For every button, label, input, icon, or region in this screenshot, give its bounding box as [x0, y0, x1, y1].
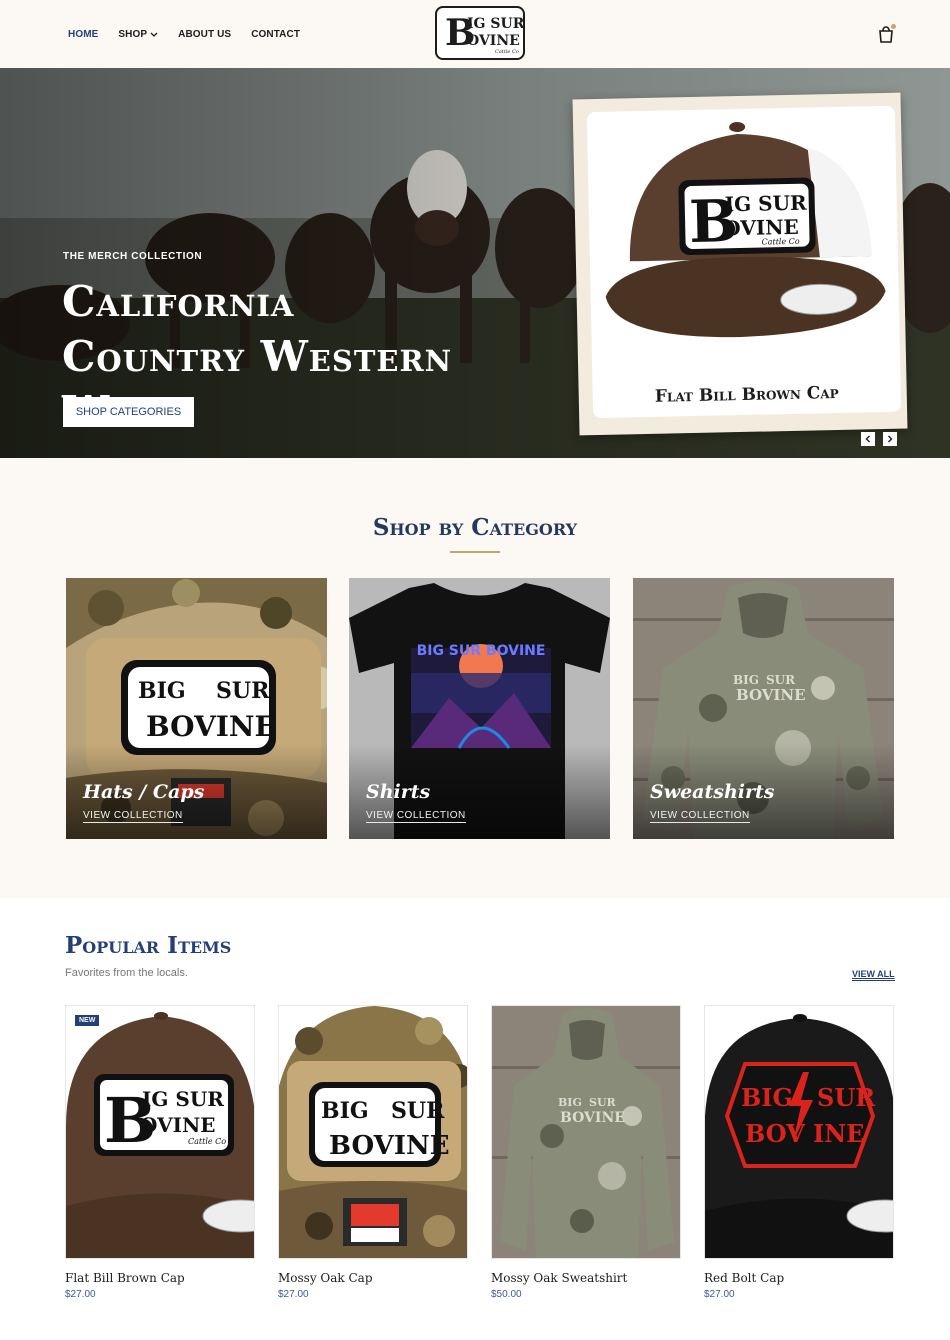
- svg-text:SUR: SUR: [216, 678, 270, 704]
- nav-about[interactable]: ABOUT US: [178, 29, 231, 40]
- view-collection-link[interactable]: VIEW COLLECTION: [650, 810, 750, 823]
- nav-home[interactable]: HOME: [68, 29, 98, 40]
- black-red-cap-image: BIG SUR BOV INE: [705, 1006, 893, 1258]
- svg-text:SUR: SUR: [589, 1096, 617, 1109]
- featured-product-card[interactable]: B IG SUR OVINE Cattle Co Flat Bill Brown…: [572, 92, 908, 436]
- svg-text:SUR: SUR: [391, 1098, 445, 1124]
- product-name[interactable]: Mossy Oak Cap: [278, 1271, 468, 1285]
- product-price: $50.00: [491, 1289, 522, 1300]
- svg-text:BOVINE: BOVINE: [329, 1131, 450, 1161]
- logo-mark: B IG SUR OVINE Cattle Co: [445, 12, 523, 55]
- logo-line-1: IG SUR: [467, 16, 523, 32]
- featured-product-frame: B IG SUR OVINE Cattle Co Flat Bill Brown…: [586, 105, 902, 419]
- camo-cap-image: BIG SUR BOVINE: [279, 1006, 467, 1258]
- category-card-sweatshirts[interactable]: BIG SUR BOVINE Sweatshirts VIEW COLLECTI…: [633, 578, 894, 839]
- logo-line-2: OVINE: [467, 33, 520, 49]
- product-card-mossy-oak-cap[interactable]: BIG SUR BOVINE Mossy Oak Cap $27.00: [278, 1005, 468, 1300]
- new-badge: NEW: [75, 1015, 100, 1026]
- product-image[interactable]: BIG SUR BOVINE: [278, 1005, 468, 1259]
- category-name: Shirts: [366, 781, 431, 803]
- svg-text:BIG: BIG: [321, 1098, 369, 1124]
- featured-product-caption: Flat Bill Brown Cap: [654, 382, 839, 407]
- svg-text:BOVINE: BOVINE: [560, 1110, 625, 1126]
- svg-text:BIG: BIG: [741, 1083, 793, 1112]
- product-price: $27.00: [704, 1289, 735, 1300]
- chevron-down-icon: [150, 32, 158, 37]
- svg-text:INE: INE: [813, 1119, 864, 1148]
- nav-contact[interactable]: CONTACT: [251, 29, 300, 40]
- category-section-title: Shop by Category: [372, 514, 578, 541]
- popular-items-section: Popular Items Favorites from the locals.…: [0, 898, 950, 1340]
- nav-about-label: ABOUT US: [178, 29, 232, 40]
- category-name: Hats / Caps: [83, 781, 205, 803]
- product-price: $27.00: [278, 1289, 309, 1300]
- product-price: $27.00: [65, 1289, 96, 1300]
- view-all-link[interactable]: VIEW ALL: [852, 969, 895, 981]
- view-collection-link[interactable]: VIEW COLLECTION: [83, 810, 183, 823]
- svg-text:BIG: BIG: [733, 673, 759, 687]
- product-image[interactable]: BIG SUR BOV INE: [704, 1005, 894, 1259]
- hero-banner: THE MERCH COLLECTION California Country …: [0, 68, 950, 458]
- brown-cap-image: B IG SUR OVINE Cattle Co: [66, 1006, 254, 1258]
- nav-home-label: HOME: [68, 29, 99, 40]
- product-image[interactable]: B IG SUR OVINE Cattle Co NEW: [65, 1005, 255, 1259]
- svg-text:SUR: SUR: [817, 1083, 876, 1112]
- popular-items-subtitle: Favorites from the locals.: [65, 967, 188, 979]
- shirt-print-text: BIG SUR BOVINE: [417, 643, 546, 659]
- product-name[interactable]: Flat Bill Brown Cap: [65, 1271, 255, 1285]
- shop-categories-button[interactable]: SHOP CATEGORIES: [63, 397, 194, 427]
- svg-text:BIG: BIG: [138, 678, 186, 704]
- product-card-red-bolt-cap[interactable]: BIG SUR BOV INE Red Bolt Cap $27.00: [704, 1005, 894, 1300]
- view-collection-link[interactable]: VIEW COLLECTION: [366, 810, 466, 823]
- nav-shop[interactable]: SHOP: [118, 29, 158, 40]
- svg-text:BOVINE: BOVINE: [146, 710, 276, 743]
- chevron-left-icon[interactable]: [861, 432, 875, 446]
- category-card-hats[interactable]: BIG SUR BOVINE Hats / Caps VIEW COLLECTI…: [66, 578, 327, 839]
- svg-text:IG SUR: IG SUR: [142, 1087, 224, 1111]
- product-name[interactable]: Mossy Oak Sweatshirt: [491, 1271, 681, 1285]
- product-card-mossy-oak-sweatshirt[interactable]: BIG SUR BOVINE Mossy Oak Sweatshirt $50.…: [491, 1005, 681, 1300]
- product-name[interactable]: Red Bolt Cap: [704, 1271, 894, 1285]
- title-divider: [450, 551, 500, 553]
- svg-text:BIG: BIG: [558, 1096, 582, 1109]
- chevron-right-icon[interactable]: [883, 432, 897, 446]
- nav-contact-label: CONTACT: [251, 29, 301, 40]
- shop-by-category-section: Shop by Category BIG SUR BOVINE Hats / C…: [0, 458, 950, 898]
- svg-text:BOVINE: BOVINE: [736, 686, 806, 704]
- hero-eyebrow: THE MERCH COLLECTION: [63, 251, 203, 262]
- logo-line-3: Cattle Co: [495, 49, 519, 55]
- brown-cap-image: B IG SUR OVINE Cattle Co: [605, 122, 886, 338]
- category-name: Sweatshirts: [650, 781, 775, 803]
- cart-count-dot: [891, 24, 896, 29]
- svg-text:OVINE: OVINE: [140, 1113, 215, 1137]
- popular-items-title: Popular Items: [65, 932, 232, 959]
- product-card-flat-bill-brown-cap[interactable]: B IG SUR OVINE Cattle Co NEW Flat Bill B…: [65, 1005, 255, 1300]
- nav-shop-label: SHOP: [118, 29, 148, 40]
- site-header: HOME SHOP ABOUT US CONTACT B IG SUR OVIN…: [0, 0, 950, 68]
- svg-text:SUR: SUR: [766, 673, 796, 687]
- category-card-shirts[interactable]: BIG SUR BOVINE Shirts VIEW COLLECTION: [349, 578, 610, 839]
- patch-line-1: IG SUR: [724, 191, 807, 217]
- camo-hoodie-image: BIG SUR BOVINE: [492, 1006, 680, 1258]
- patch-line-3: Cattle Co: [761, 237, 799, 247]
- svg-text:Cattle Co: Cattle Co: [188, 1137, 226, 1146]
- main-nav: HOME SHOP ABOUT US CONTACT: [68, 29, 300, 40]
- product-image[interactable]: BIG SUR BOVINE: [491, 1005, 681, 1259]
- site-logo[interactable]: B IG SUR OVINE Cattle Co: [435, 6, 525, 60]
